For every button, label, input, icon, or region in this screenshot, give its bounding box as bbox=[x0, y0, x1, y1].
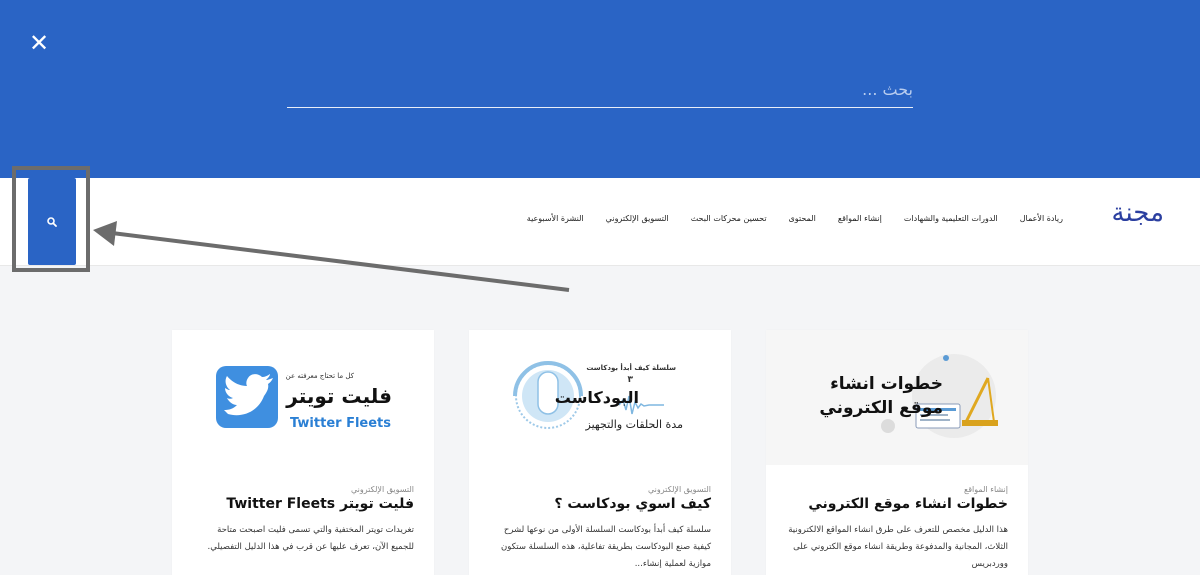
thumb-main-title: البودكاست bbox=[554, 388, 639, 407]
main-nav: النشرة الأسبوعية التسويق الإلكتروني تحسي… bbox=[516, 214, 1074, 223]
nav-item-courses[interactable]: الدورات التعليمية والشهادات bbox=[893, 214, 1009, 223]
article-category[interactable]: التسويق الإلكتروني bbox=[192, 485, 414, 494]
thumb-subtitle: مدة الحلقات والتجهيز bbox=[585, 418, 683, 431]
article-title[interactable]: خطوات انشاء موقع الكتروني bbox=[786, 496, 1008, 512]
article-body: التسويق الإلكتروني فليت تويتر Twitter Fl… bbox=[172, 465, 434, 575]
nav-item-seo[interactable]: تحسين محركات البحث bbox=[680, 214, 778, 223]
article-excerpt: هذا الدليل مخصص للتعرف على طرق انشاء الم… bbox=[788, 525, 1008, 569]
article-body: إنشاء المواقع خطوات انشاء موقع الكتروني … bbox=[766, 465, 1028, 575]
thumb-subtitle: Twitter Fleets bbox=[289, 416, 391, 431]
article-excerpt: تغريدات تويتر المختفية والتي تسمى فليت ا… bbox=[207, 525, 414, 552]
article-card[interactable]: سلسلة كيف أبدأ بودكاست ٣ البودكاست مدة ا… bbox=[469, 330, 731, 575]
thumb-episode-number: ٣ bbox=[627, 375, 634, 385]
article-thumbnail: سلسلة كيف أبدأ بودكاست ٣ البودكاست مدة ا… bbox=[469, 330, 731, 465]
nav-item-entrepreneurship[interactable]: ريادة الأعمال bbox=[1009, 214, 1074, 223]
nav-item-content[interactable]: المحتوى bbox=[778, 214, 827, 223]
nav-item-newsletter[interactable]: النشرة الأسبوعية bbox=[516, 214, 595, 223]
nav-item-websites[interactable]: إنشاء المواقع bbox=[827, 214, 893, 223]
annotation-highlight-box bbox=[12, 166, 90, 272]
article-thumbnail: خطوات انشاء موقع الكتروني bbox=[766, 330, 1028, 465]
nav-item-emarketing[interactable]: التسويق الإلكتروني bbox=[595, 214, 680, 223]
search-overlay: ✕ bbox=[0, 0, 1200, 178]
article-card[interactable]: خطوات انشاء موقع الكتروني إنشاء المواقع … bbox=[766, 330, 1028, 575]
thumb-title-line-1: خطوات انشاء bbox=[830, 374, 943, 394]
site-logo[interactable]: مجنة bbox=[1112, 198, 1165, 228]
article-thumbnail: كل ما تحتاج معرفته عن فليت تويتر Twitter… bbox=[172, 330, 434, 465]
article-title[interactable]: فليت تويتر Twitter Fleets bbox=[192, 496, 414, 512]
articles-grid: خطوات انشاء موقع الكتروني إنشاء المواقع … bbox=[172, 330, 1028, 575]
thumb-main-title: فليت تويتر bbox=[286, 384, 392, 408]
thumb-top-label: كل ما تحتاج معرفته عن bbox=[285, 372, 354, 380]
article-body: التسويق الإلكتروني كيف اسوي بودكاست ؟ سل… bbox=[469, 465, 731, 575]
search-input[interactable] bbox=[287, 72, 913, 107]
thumb-series-label: سلسلة كيف أبدأ بودكاست bbox=[586, 364, 676, 372]
article-title[interactable]: كيف اسوي بودكاست ؟ bbox=[489, 496, 711, 512]
thumb-title-line-2: موقع الكتروني bbox=[819, 398, 943, 418]
site-header: مجنة النشرة الأسبوعية التسويق الإلكتروني… bbox=[0, 178, 1200, 266]
article-category[interactable]: التسويق الإلكتروني bbox=[489, 485, 711, 494]
search-field-wrapper bbox=[287, 72, 913, 108]
article-category[interactable]: إنشاء المواقع bbox=[786, 485, 1008, 494]
article-card[interactable]: كل ما تحتاج معرفته عن فليت تويتر Twitter… bbox=[172, 330, 434, 575]
article-excerpt: سلسلة كيف أبدأ بودكاست السلسلة الأولى من… bbox=[500, 525, 711, 569]
close-icon[interactable]: ✕ bbox=[28, 31, 50, 55]
